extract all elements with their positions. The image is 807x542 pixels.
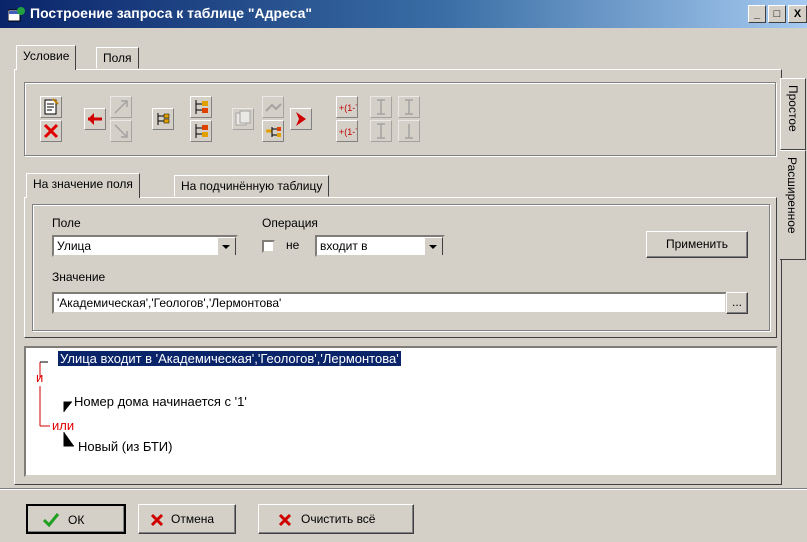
footer-divider [0, 488, 807, 490]
range-icon[interactable]: +(1-7) [336, 96, 363, 118]
move-right-icon[interactable] [290, 108, 312, 130]
ok-label: ОК [68, 513, 85, 527]
cross-icon [150, 513, 164, 527]
check-icon [42, 513, 60, 528]
app-icon [7, 6, 26, 22]
link-node-2-icon[interactable] [262, 120, 284, 142]
cross-icon [278, 513, 292, 527]
svg-text:+(1-7): +(1-7) [339, 103, 357, 113]
operation-select[interactable]: входит в [315, 235, 445, 257]
operation-select-value: входит в [320, 239, 368, 253]
minimize-button[interactable]: _ [748, 5, 766, 23]
ok-button[interactable]: ОК [26, 504, 126, 534]
field-label: Поле [52, 216, 81, 230]
range-2-icon[interactable]: +(1-7) [336, 120, 363, 142]
side-tab-advanced-label: Расширенное [785, 157, 799, 234]
svg-text:+(1-7): +(1-7) [339, 127, 357, 137]
insert-down-icon[interactable] [398, 96, 420, 118]
insert-down-2-icon[interactable] [398, 120, 420, 142]
tree-node-and[interactable]: и [36, 370, 43, 385]
field-select[interactable]: Улица [52, 235, 238, 257]
tree-node-or[interactable]: или [52, 418, 74, 433]
value-label: Значение [52, 270, 106, 284]
tree-add-icon[interactable] [190, 96, 212, 118]
tab-fields[interactable]: Поля [96, 47, 139, 69]
window-title: Построение запроса к таблице "Адреса" [30, 5, 313, 21]
operation-label: Операция [262, 216, 318, 230]
clear-all-label: Очистить всё [301, 512, 376, 526]
not-checkbox[interactable] [262, 240, 275, 253]
maximize-button[interactable]: □ [768, 5, 786, 23]
edit-doc-icon[interactable] [40, 96, 62, 118]
apply-button[interactable]: Применить [646, 231, 748, 258]
title-bar: Построение запроса к таблице "Адреса" _ … [0, 0, 807, 28]
insert-up-2-icon[interactable] [370, 120, 392, 142]
value-input[interactable]: 'Академическая','Геологов','Лермонтова' [52, 292, 727, 314]
side-tab-advanced[interactable]: Расширенное [780, 150, 806, 260]
cancel-label: Отмена [171, 512, 215, 526]
clear-all-button[interactable]: Очистить всё [258, 504, 414, 534]
side-tab-simple-label: Простое [786, 85, 800, 132]
browse-button[interactable]: ... [726, 292, 748, 314]
tab-condition[interactable]: Условие [16, 45, 77, 70]
chevron-down-icon[interactable] [424, 237, 443, 255]
tree-collapse-icon[interactable] [152, 108, 174, 130]
delete-icon[interactable] [40, 120, 62, 142]
tab-subordinate-table[interactable]: На подчинённую таблицу [174, 175, 330, 197]
tree-node-house[interactable]: Номер дома начинается с '1' [74, 394, 247, 409]
pointer-up-icon[interactable] [110, 96, 132, 118]
insert-up-icon[interactable] [370, 96, 392, 118]
chevron-down-icon[interactable] [217, 237, 236, 255]
cancel-button[interactable]: Отмена [138, 504, 236, 534]
link-node-icon[interactable] [262, 96, 284, 118]
copy-node-icon[interactable] [232, 108, 254, 130]
tree-add-child-icon[interactable] [190, 120, 212, 142]
move-left-icon[interactable] [84, 108, 106, 130]
field-select-value: Улица [57, 239, 92, 253]
not-label: не [286, 238, 300, 252]
side-tab-simple[interactable]: Простое [780, 78, 806, 150]
close-button[interactable]: X [788, 5, 807, 23]
pointer-down-icon[interactable] [110, 120, 132, 142]
tab-field-value[interactable]: На значение поля [26, 173, 140, 198]
tree-node-street[interactable]: Улица входит в 'Академическая','Геологов… [58, 351, 401, 366]
tree-node-new[interactable]: Новый (из БТИ) [78, 439, 172, 454]
